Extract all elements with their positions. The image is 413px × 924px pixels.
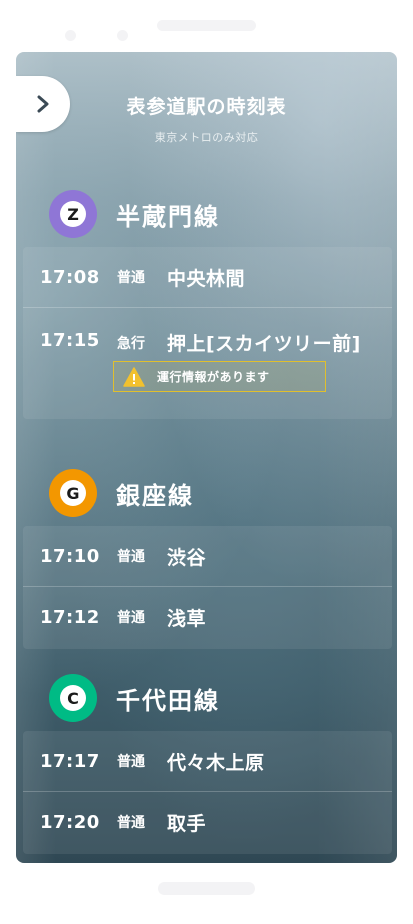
- departure-time: 17:10: [40, 545, 100, 567]
- destination: 取手: [167, 812, 207, 835]
- departures-card-hanzomon: 17:08 普通 中央林間 17:15 急行 押上[スカイツリー前] 運行情報が…: [23, 247, 392, 419]
- line-header-chiyoda: C 千代田線: [49, 674, 220, 722]
- page-subtitle: 東京メトロのみ対応: [154, 131, 259, 144]
- destination: 渋谷: [167, 546, 207, 569]
- departure-time: 17:20: [40, 811, 100, 833]
- line-name: 千代田線: [116, 686, 220, 715]
- line-letter: Z: [60, 201, 86, 227]
- line-header-ginza: G 銀座線: [49, 469, 194, 517]
- line-letter: C: [60, 685, 86, 711]
- timetable-screen: 表参道駅の時刻表 東京メトロのみ対応 Z 半蔵門線 17:08 普通 中央林間 …: [16, 52, 397, 863]
- train-type: 普通: [117, 815, 145, 831]
- train-type: 普通: [117, 754, 145, 770]
- back-button[interactable]: [16, 76, 70, 132]
- departure-time: 17:08: [40, 266, 100, 288]
- destination: 押上[スカイツリー前]: [167, 333, 361, 355]
- train-type: 急行: [117, 336, 145, 352]
- departure-time: 17:15: [40, 330, 100, 351]
- line-badge: Z: [49, 190, 97, 238]
- warning-triangle-icon: [123, 366, 145, 387]
- line-badge: C: [49, 674, 97, 722]
- train-type: 普通: [117, 270, 145, 286]
- phone-sensor: [65, 30, 76, 41]
- departure-row[interactable]: 17:17 普通 代々木上原: [23, 731, 392, 791]
- phone-home-indicator: [158, 882, 255, 895]
- train-type: 普通: [117, 549, 145, 565]
- destination: 中央林間: [167, 267, 246, 290]
- chevron-right-icon: [37, 95, 49, 113]
- departure-row[interactable]: 17:08 普通 中央林間: [23, 247, 392, 307]
- service-alert-button[interactable]: 運行情報があります: [113, 361, 326, 392]
- departure-time: 17:12: [40, 606, 100, 628]
- phone-speaker: [157, 20, 256, 31]
- departures-card-chiyoda: 17:17 普通 代々木上原 17:20 普通 取手: [23, 731, 392, 854]
- train-type: 普通: [117, 610, 145, 626]
- departure-time: 17:17: [40, 750, 100, 772]
- line-name: 半蔵門線: [116, 202, 220, 231]
- line-name: 銀座線: [116, 481, 194, 510]
- departure-row[interactable]: 17:12 普通 浅草: [23, 586, 392, 647]
- page-title: 表参道駅の時刻表: [126, 96, 287, 118]
- destination: 浅草: [167, 607, 207, 630]
- departure-row[interactable]: 17:20 普通 取手: [23, 791, 392, 852]
- line-letter: G: [60, 480, 86, 506]
- line-header-hanzomon: Z 半蔵門線: [49, 190, 220, 238]
- destination: 代々木上原: [167, 751, 265, 774]
- departure-row[interactable]: 17:15 急行 押上[スカイツリー前] 運行情報があります: [23, 307, 392, 419]
- header: 表参道駅の時刻表 東京メトロのみ対応: [16, 92, 397, 145]
- departure-row[interactable]: 17:10 普通 渋谷: [23, 526, 392, 586]
- departures-card-ginza: 17:10 普通 渋谷 17:12 普通 浅草: [23, 526, 392, 649]
- alert-text: 運行情報があります: [157, 370, 270, 384]
- line-badge: G: [49, 469, 97, 517]
- phone-camera: [117, 30, 128, 41]
